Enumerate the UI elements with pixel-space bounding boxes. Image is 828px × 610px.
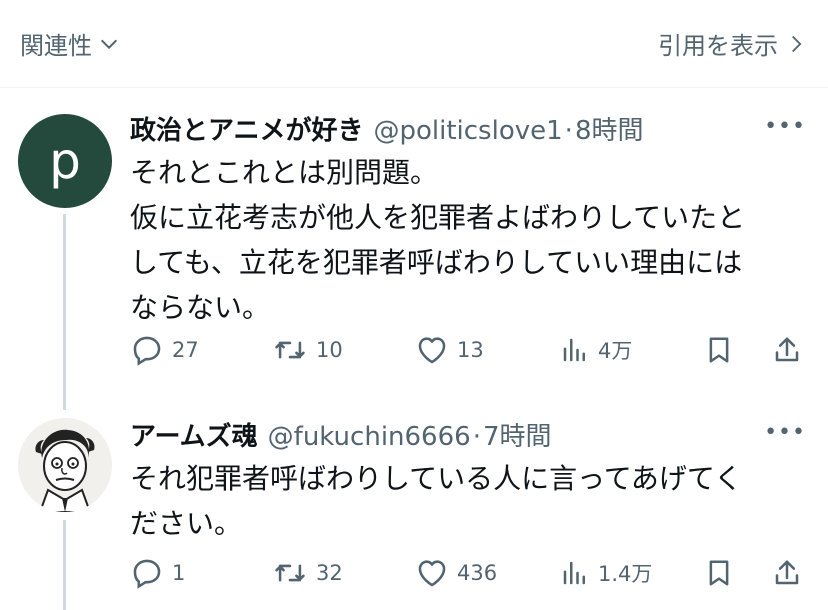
avatar[interactable] xyxy=(18,418,112,512)
chevron-down-icon xyxy=(100,39,118,49)
bookmark-icon xyxy=(709,560,729,586)
display-name[interactable]: 政治とアニメが好き xyxy=(130,110,363,147)
thread-line xyxy=(63,214,66,410)
like-button[interactable]: 13 xyxy=(415,333,484,367)
views-button[interactable]: 1.4万 xyxy=(560,556,652,590)
separator: · xyxy=(472,422,481,452)
like-count: 436 xyxy=(457,561,498,585)
timestamp[interactable]: 8時間 xyxy=(575,110,644,147)
bookmark-icon xyxy=(709,337,729,363)
retweet-count: 10 xyxy=(316,338,343,362)
relevance-label: 関連性 xyxy=(20,32,92,60)
user-handle[interactable]: @politicslove1 xyxy=(373,116,562,146)
avatar[interactable]: p xyxy=(18,114,112,208)
more-icon[interactable]: ••• xyxy=(764,420,806,445)
views-count: 1.4万 xyxy=(598,562,653,586)
reply-count: 1 xyxy=(172,561,186,585)
display-name[interactable]: アームズ魂 xyxy=(130,416,258,453)
share-button[interactable] xyxy=(772,556,802,590)
like-count: 13 xyxy=(457,338,484,362)
reply-count: 27 xyxy=(172,338,199,362)
reply-button[interactable]: 1 xyxy=(130,556,185,590)
thread-line xyxy=(63,520,66,610)
views-count: 4万 xyxy=(598,339,633,363)
like-button[interactable]: 436 xyxy=(415,556,497,590)
top-bar: 関連性 引用を表示 xyxy=(0,0,828,88)
tweet-text: それ犯罪者呼ばわりしている人に言ってあげてく ださい。 xyxy=(130,462,743,540)
tweet-text: それとこれとは別問題。 仮に立花考志が他人を犯罪者よばわりしていたと しても、立… xyxy=(130,156,746,324)
user-handle[interactable]: @fukuchin6666 xyxy=(268,422,471,452)
view-quotes-link[interactable]: 引用を表示 xyxy=(658,26,806,61)
share-icon xyxy=(775,337,799,362)
reply-icon xyxy=(133,336,161,366)
tweet-header: アームズ魂 @fukuchin6666 · 7時間 xyxy=(130,416,552,453)
views-button[interactable]: 4万 xyxy=(560,333,632,367)
tweet-actions: 1 32 436 1.4万 xyxy=(130,556,810,592)
chevron-right-icon xyxy=(792,35,802,52)
reply-icon xyxy=(133,559,161,589)
retweet-icon xyxy=(275,564,305,582)
tweet-actions: 27 10 13 4万 xyxy=(130,333,810,369)
tweet-header: 政治とアニメが好き @politicslove1 · 8時間 xyxy=(130,110,643,147)
retweet-icon xyxy=(275,341,305,359)
heart-icon xyxy=(418,337,446,364)
relevance-sort-button[interactable]: 関連性 xyxy=(20,26,120,61)
bookmark-button[interactable] xyxy=(704,333,734,367)
separator: · xyxy=(564,116,573,146)
more-icon[interactable]: ••• xyxy=(764,114,806,139)
retweet-button[interactable]: 10 xyxy=(272,333,343,367)
reply-button[interactable]: 27 xyxy=(130,333,199,367)
heart-icon xyxy=(418,560,446,587)
share-button[interactable] xyxy=(772,333,802,367)
bookmark-button[interactable] xyxy=(704,556,734,590)
view-quotes-label: 引用を表示 xyxy=(658,32,778,60)
retweet-count: 32 xyxy=(316,561,343,585)
retweet-button[interactable]: 32 xyxy=(272,556,343,590)
timestamp[interactable]: 7時間 xyxy=(483,416,552,453)
views-icon xyxy=(563,338,585,362)
share-icon xyxy=(775,560,799,585)
views-icon xyxy=(563,561,585,585)
cartoon-face-avatar-icon xyxy=(18,418,112,512)
avatar-letter: p xyxy=(49,132,81,190)
